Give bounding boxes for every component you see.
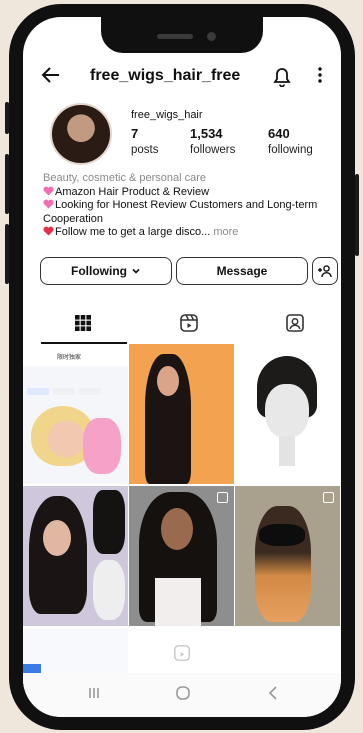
post-doll-promo[interactable]: 限时独家 [23,344,128,484]
promo-header-text: 限时独家 [57,355,82,361]
pink-heart-icon [43,186,54,196]
bio-line-2: Looking for Honest Review Customers and … [43,199,333,226]
bio-line-3: Follow me to get a large disco... more [43,226,333,240]
message-button[interactable]: Message [176,257,308,285]
bio-more-link[interactable]: more [213,226,238,238]
promo-chip [79,388,101,395]
stat-following-label: following [268,144,313,156]
post-bow-hair[interactable] [235,486,340,626]
bio-line-1-text: Amazon Hair Product & Review [55,185,210,198]
pink-heart-icon [43,199,54,209]
promo-chip [53,388,75,395]
notch [101,17,263,53]
phone-screen: free_wigs_hair_free free_wigs_hair 7 pos… [23,17,341,717]
post-model-black-hair[interactable] [129,486,234,626]
bio-line-2-text: Looking for Honest Review Customers and … [43,199,318,225]
mannequin-neck [279,436,295,466]
profile-display-name: free_wigs_hair [131,109,203,121]
profile-category: Beauty, cosmetic & personal care [43,172,207,184]
mannequin-head [265,384,309,438]
home-icon[interactable] [175,685,191,706]
more-options-icon[interactable] [317,65,323,89]
chevron-down-icon [132,268,140,274]
tab-grid[interactable] [73,313,95,335]
stat-following-count: 640 [268,126,290,141]
profile-avatar[interactable] [50,103,112,165]
stat-posts-count: 7 [131,126,139,141]
add-person-icon [318,265,332,278]
stat-following[interactable]: 640 following [268,126,313,156]
black-bow [259,524,305,546]
doll-pink-hair [83,418,121,474]
hair-sample [93,490,125,554]
model-face [43,520,71,556]
back-arrow-icon[interactable] [41,65,61,91]
stat-followers-count: 1,534 [190,126,223,141]
volume-up-button [5,154,9,214]
volume-down-button [5,224,9,284]
reels-icon [180,314,198,332]
profile-header: free_wigs_hair_free [23,63,341,93]
stat-followers[interactable]: 1,534 followers [190,126,235,156]
post-woman-long-hair[interactable] [129,344,234,484]
notification-bell-icon[interactable] [273,67,291,88]
profile-actions: Following Message [40,257,340,285]
back-icon[interactable] [267,685,279,706]
profile-username-title: free_wigs_hair_free [90,67,241,84]
red-heart-icon [43,226,54,236]
add-user-button[interactable] [312,257,338,285]
model-face [161,508,193,550]
mannequin-sample [93,560,125,620]
grid-icon [75,315,91,331]
content-tabs [23,307,341,347]
tagged-icon [286,314,304,332]
multi-photo-icon [323,492,334,503]
post-bangs-mannequin[interactable] [235,344,340,484]
profile-bio: Beauty, cosmetic & personal care Amazon … [43,172,333,240]
stat-posts[interactable]: 7 posts [131,126,159,156]
bio-line-3-text: Follow me to get a large disco... [55,226,211,238]
recent-apps-icon[interactable] [87,685,101,706]
bio-line-1: Amazon Hair Product & Review [43,186,333,200]
system-nav-bar [23,673,341,717]
tab-reels[interactable] [179,313,201,335]
following-button-label: Following [71,264,127,278]
speaker-grille [157,34,193,39]
power-button [355,174,359,256]
multi-photo-icon [217,492,228,503]
promo-chip [27,388,49,395]
side-button [5,102,9,134]
front-camera [207,32,216,41]
white-top [155,578,201,626]
stat-followers-label: followers [190,144,236,156]
tab-tagged[interactable] [285,313,307,335]
reels-placeholder-icon [173,644,191,667]
post-curtain-bangs[interactable] [23,486,128,626]
model-face [157,366,179,396]
stat-posts-label: posts [131,144,159,156]
following-button[interactable]: Following [40,257,172,285]
message-button-label: Message [216,264,268,278]
